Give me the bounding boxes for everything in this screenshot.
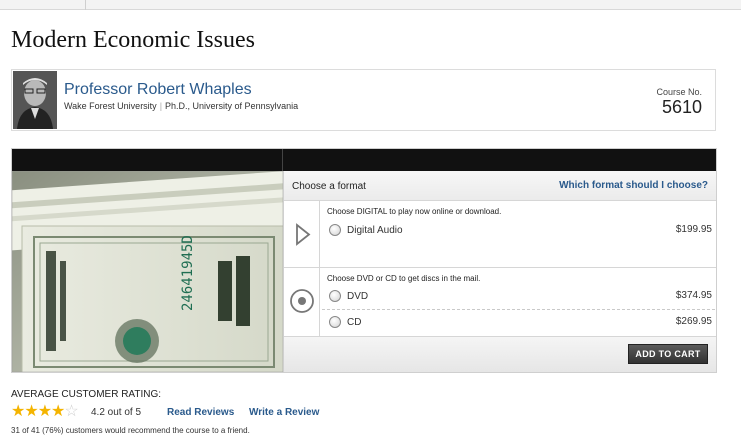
- digital-audio-radio[interactable]: [329, 224, 341, 236]
- read-reviews-link[interactable]: Read Reviews: [167, 407, 234, 418]
- star-full-icon: ★: [51, 403, 65, 420]
- play-icon: [284, 201, 320, 267]
- format-chooser: Choose a format Which format should I ch…: [283, 171, 716, 372]
- option-dvd[interactable]: DVD $374.95: [327, 286, 712, 308]
- digital-audio-price: $199.95: [675, 224, 712, 235]
- credentials-separator: |: [159, 101, 163, 111]
- course-number-label: Course No.: [656, 87, 702, 97]
- header-bar-divider: [282, 149, 283, 171]
- star-full-icon: ★: [11, 403, 25, 420]
- write-review-link[interactable]: Write a Review: [249, 407, 319, 418]
- course-number: 5610: [661, 97, 702, 117]
- page-title: Modern Economic Issues: [11, 27, 255, 53]
- cd-radio[interactable]: [329, 316, 341, 328]
- star-rating: ★★★★☆: [11, 403, 79, 420]
- cart-bar: ADD TO CART: [284, 336, 716, 372]
- product-header-bar: [12, 149, 716, 171]
- professor-university: Wake Forest University: [64, 101, 157, 111]
- disc-section: Choose DVD or CD to get discs in the mai…: [284, 268, 716, 336]
- add-to-cart-button[interactable]: ADD TO CART: [628, 344, 708, 364]
- format-heading: Choose a format: [292, 181, 366, 192]
- professor-name-link[interactable]: Professor Robert Whaples: [64, 81, 252, 99]
- digital-audio-label[interactable]: Digital Audio: [347, 225, 403, 236]
- dvd-radio[interactable]: [329, 290, 341, 302]
- professor-credentials: Wake Forest University | Ph.D., University…: [64, 101, 298, 111]
- star-full-icon: ★: [24, 403, 38, 420]
- svg-text:24641945D: 24641945D: [180, 235, 196, 311]
- rating-text: 4.2 out of 5: [91, 407, 142, 418]
- course-cover-image: 24641945D: [12, 171, 283, 372]
- recommend-text: 31 of 41 (76%) customers would recommend…: [11, 426, 250, 435]
- professor-panel: Professor Robert Whaples Wake Forest Uni…: [11, 69, 716, 131]
- digital-section: Choose DIGITAL to play now online or dow…: [284, 201, 716, 268]
- product-panel: 24641945D Choose a format Which format s…: [11, 148, 717, 373]
- option-divider: [322, 309, 715, 310]
- disc-icon: [284, 268, 320, 336]
- dvd-label[interactable]: DVD: [347, 291, 368, 302]
- dvd-price: $374.95: [675, 290, 712, 301]
- disc-note: Choose DVD or CD to get discs in the mai…: [327, 274, 481, 283]
- star-empty-icon: ☆: [64, 403, 78, 420]
- rating-label: AVERAGE CUSTOMER RATING:: [11, 389, 162, 400]
- option-digital-audio[interactable]: Digital Audio $199.95: [327, 220, 712, 242]
- digital-note: Choose DIGITAL to play now online or dow…: [327, 207, 502, 216]
- cd-price: $269.95: [675, 316, 712, 327]
- browser-top-strip: [0, 0, 741, 10]
- format-help-link[interactable]: Which format should I choose?: [559, 180, 708, 191]
- professor-degree: Ph.D., University of Pennsylvania: [165, 101, 299, 111]
- cd-label[interactable]: CD: [347, 317, 361, 328]
- option-cd[interactable]: CD $269.95: [327, 312, 712, 334]
- format-chooser-header: Choose a format Which format should I ch…: [284, 171, 716, 201]
- avatar: [13, 71, 57, 129]
- star-full-icon: ★: [37, 403, 52, 420]
- top-strip-divider: [85, 0, 86, 10]
